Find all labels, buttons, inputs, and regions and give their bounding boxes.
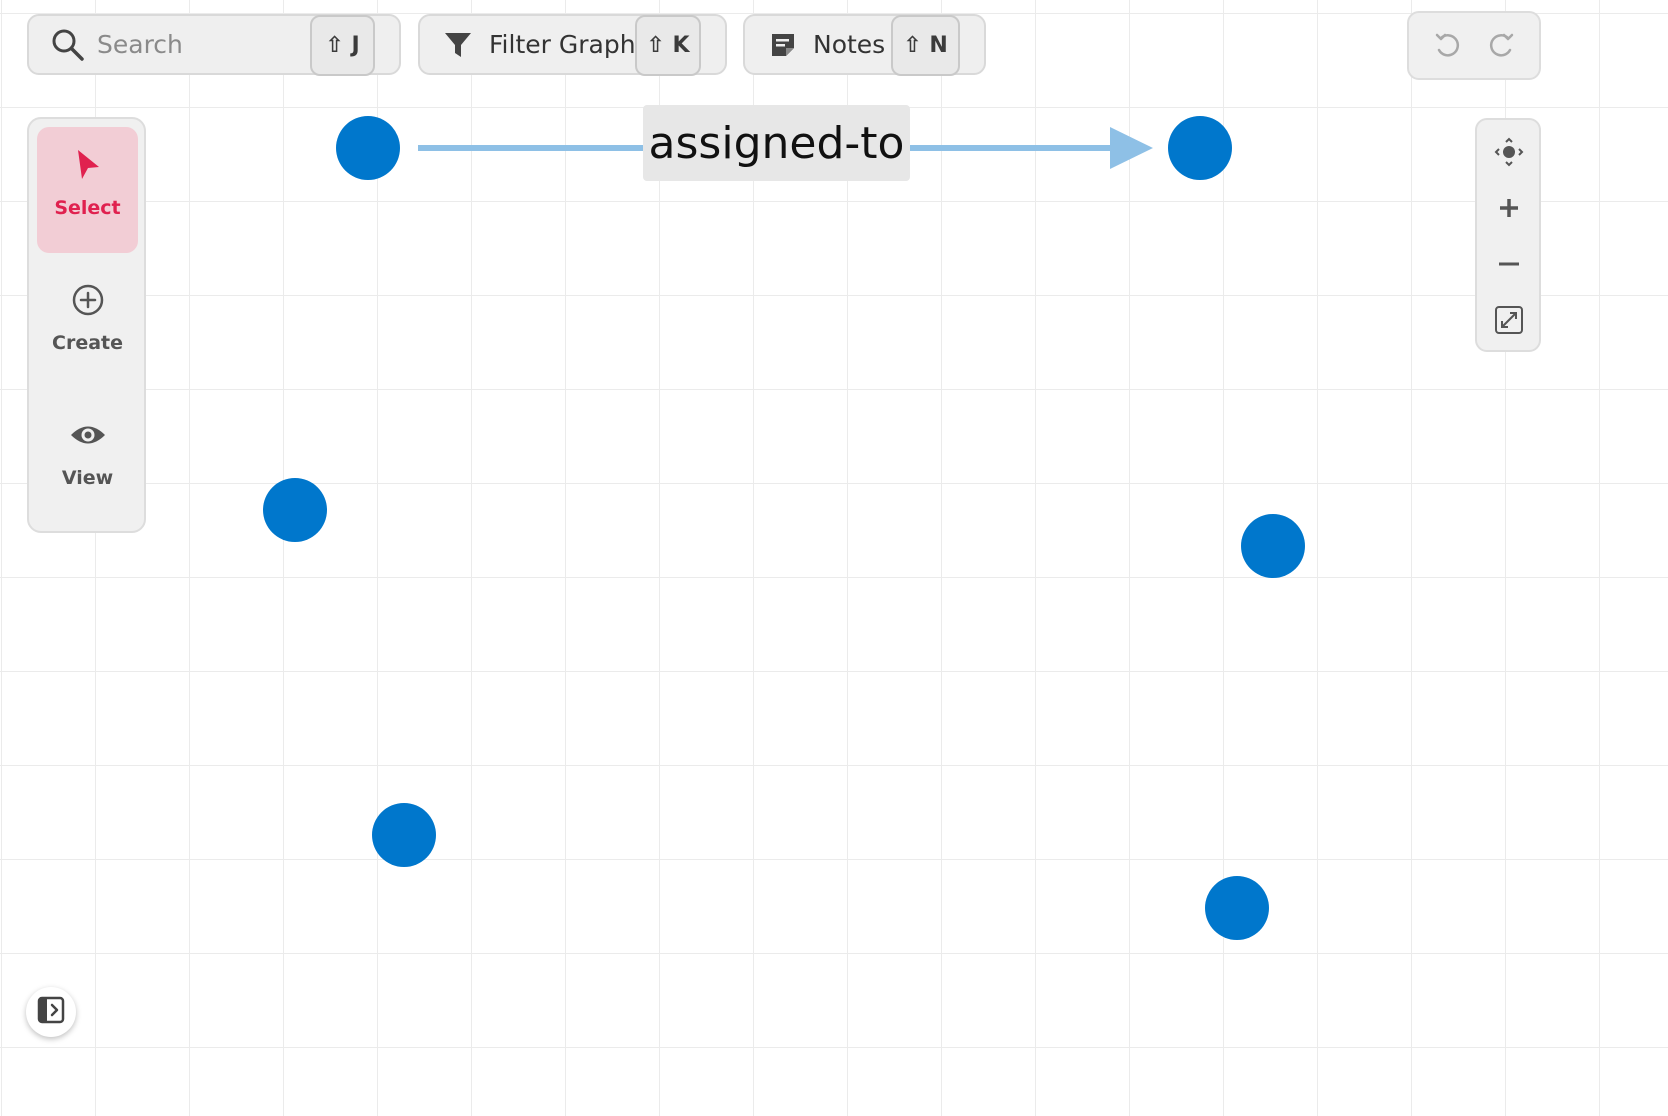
search-shortcut: ⇧ J xyxy=(310,15,375,76)
history-controls xyxy=(1407,11,1541,80)
graph-node[interactable] xyxy=(1241,514,1305,578)
graph-node[interactable] xyxy=(336,116,400,180)
zoom-in-icon[interactable] xyxy=(1492,191,1526,225)
filter-graph-label: Filter Graph xyxy=(489,30,636,59)
sidebar-toggle-button[interactable] xyxy=(26,987,76,1037)
search-input[interactable]: Search xyxy=(97,30,183,59)
search-bar[interactable]: Search ⇧ J xyxy=(27,14,401,76)
graph-edge-arrowhead xyxy=(1110,127,1153,169)
tool-create[interactable]: Create xyxy=(37,262,138,388)
graph-node[interactable] xyxy=(1205,876,1269,940)
filter-shortcut: ⇧ K xyxy=(635,15,701,76)
tool-select[interactable]: Select xyxy=(37,127,138,253)
tool-panel: Select Create View xyxy=(27,117,146,533)
graph-node[interactable] xyxy=(263,478,327,542)
tool-view-label: View xyxy=(61,467,114,489)
tool-create-label: Create xyxy=(52,332,123,354)
search-icon xyxy=(51,28,85,62)
filter-graph-button[interactable]: Filter Graph ⇧ K xyxy=(418,14,727,76)
zoom-out-icon[interactable] xyxy=(1492,247,1526,281)
eye-icon xyxy=(70,417,106,453)
notes-shortcut: ⇧ N xyxy=(891,15,960,76)
notes-button[interactable]: Notes ⇧ N xyxy=(743,14,986,76)
tool-select-label: Select xyxy=(54,197,121,219)
edge-label[interactable]: assigned-to xyxy=(643,105,910,181)
cursor-icon xyxy=(70,147,106,183)
zoom-panel xyxy=(1475,118,1541,352)
notes-label: Notes xyxy=(813,30,886,59)
fit-screen-icon[interactable] xyxy=(1492,303,1526,337)
redo-icon[interactable] xyxy=(1484,29,1518,63)
graph-node[interactable] xyxy=(372,803,436,867)
notes-icon xyxy=(769,31,797,59)
center-icon[interactable] xyxy=(1492,135,1526,169)
graph-node[interactable] xyxy=(1168,116,1232,180)
undo-icon[interactable] xyxy=(1431,29,1465,63)
plus-circle-icon xyxy=(70,282,106,318)
tool-view[interactable]: View xyxy=(37,397,138,523)
sidebar-panel-icon xyxy=(37,996,65,1028)
filter-icon xyxy=(444,31,472,59)
